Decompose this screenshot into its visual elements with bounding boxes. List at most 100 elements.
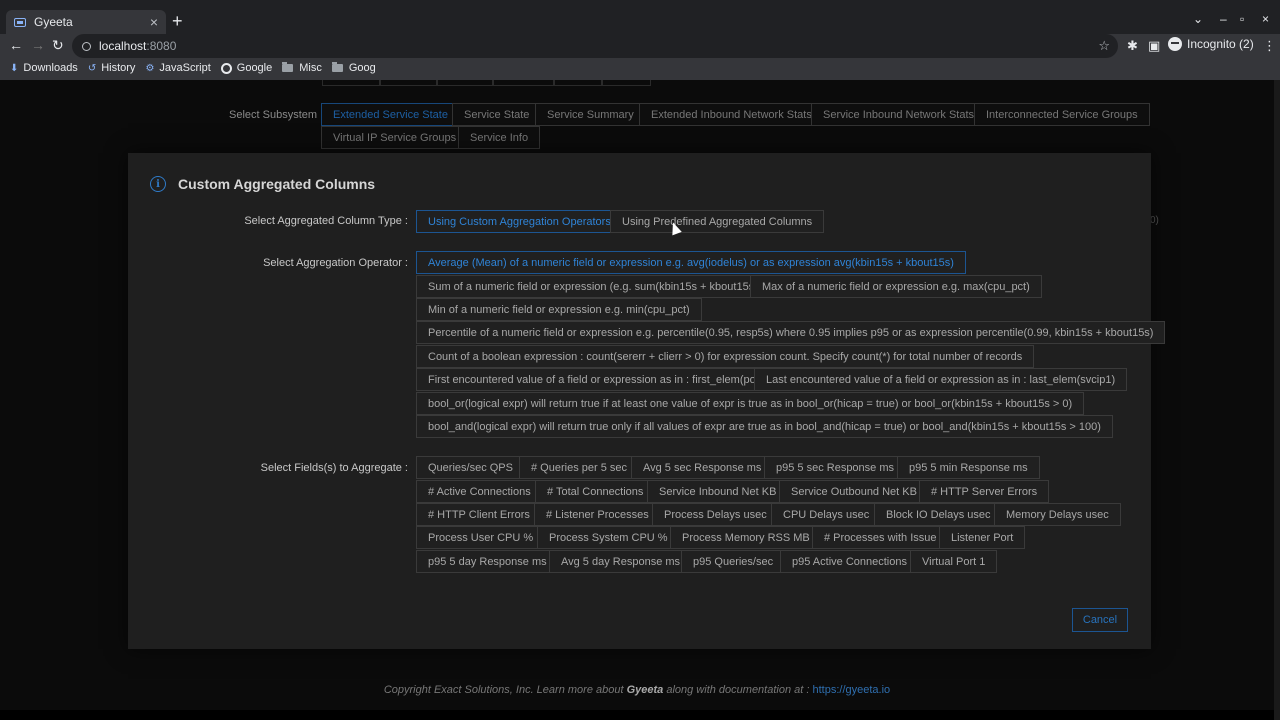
browser-chrome: Gyeeta × + ⌄ – ▫ × ← → ↻ localhost :8080… [0,0,1280,80]
field-option[interactable]: p95 5 min Response ms [897,456,1040,479]
bookmark-google[interactable]: Google [220,62,272,74]
site-info-icon[interactable] [82,41,91,51]
field-option[interactable]: Virtual Port 1 [910,550,998,573]
back-icon[interactable]: ← [9,37,23,53]
field-option[interactable]: Process Delays usec [652,503,779,526]
field-option[interactable]: Avg 5 day Response ms [549,550,693,573]
browser-tab[interactable]: Gyeeta × [6,10,166,34]
tab-search-chevron-icon[interactable]: ⌄ [1193,12,1203,26]
dialog-header: i Custom Aggregated Columns [150,176,375,192]
field-option[interactable]: p95 Active Connections [780,550,919,573]
page-scrollbar[interactable] [1274,80,1280,720]
tab-title: Gyeeta [34,15,73,29]
dialog-title: Custom Aggregated Columns [178,176,376,192]
field-option[interactable]: # HTTP Server Errors [919,480,1050,503]
subsystem-label: Select Subsystem : [229,109,324,121]
cancel-button[interactable]: Cancel [1072,608,1128,632]
tab-strip: Gyeeta × + ⌄ – ▫ × [0,0,1280,34]
custom-aggregated-columns-dialog: i Custom Aggregated Columns Select Aggre… [128,153,1166,649]
page-footer: Copyright Exact Solutions, Inc. Learn mo… [0,684,1274,696]
cut-off-button [437,80,493,86]
cut-off-button [322,80,380,86]
subsystem-interconnected-service-groups[interactable]: Interconnected Service Groups [974,103,1150,126]
google-icon [220,62,232,74]
field-option[interactable]: Service Inbound Net KB [647,480,789,503]
window-close-icon[interactable]: × [1262,12,1269,26]
type-predefined-columns[interactable]: Using Predefined Aggregated Columns [610,210,825,233]
cut-off-button [493,80,554,86]
type-custom-operators[interactable]: Using Custom Aggregation Operators [416,210,623,233]
field-option[interactable]: Service Outbound Net KB [779,480,929,503]
field-option[interactable]: p95 Queries/sec [681,550,786,573]
field-option[interactable]: # Processes with Issue [812,526,949,549]
bookmark-misc[interactable]: Misc [282,62,322,74]
operator-bool-or[interactable]: bool_or(logical expr) will return true i… [416,392,1085,415]
column-type-label: Select Aggregated Column Type : [244,215,408,227]
fields-to-aggregate-label: Select Fields(s) to Aggregate : [260,462,408,474]
bookmark-star-icon[interactable]: ☆ [1098,38,1110,54]
operator-sum[interactable]: Sum of a numeric field or expression (e.… [416,275,774,298]
gear-icon: ⚙ [145,62,155,74]
operator-min[interactable]: Min of a numeric field or expression e.g… [416,298,702,321]
minimize-icon[interactable]: – [1220,12,1227,26]
cut-off-button [380,80,437,86]
restore-icon[interactable]: ▫ [1240,12,1244,26]
operator-avg[interactable]: Average (Mean) of a numeric field or exp… [416,251,966,274]
field-option[interactable]: # Active Connections [416,480,543,503]
field-option[interactable]: # Queries per 5 sec [519,456,639,479]
footer-middle: along with documentation at : [663,684,813,696]
folder-icon [331,62,343,72]
bookmark-history[interactable]: ↺ History [88,62,136,74]
obscured-text: 0) [1150,215,1159,226]
subsystem-service-state[interactable]: Service State [452,103,542,126]
subsystem-extended-service-state[interactable]: Extended Service State [321,103,460,126]
bookmark-javascript[interactable]: ⚙ JavaScript [145,62,210,74]
footer-brand: Gyeeta [626,684,664,696]
browser-menu-icon[interactable]: ⋮ [1263,38,1276,54]
cut-off-button [554,80,602,86]
close-tab-icon[interactable]: × [150,14,158,30]
field-option[interactable]: Queries/sec QPS [416,456,525,479]
field-option[interactable]: Listener Port [939,526,1026,549]
footer-docs-link[interactable]: https://gyeeta.io [813,684,891,696]
history-icon: ↺ [87,62,97,74]
operator-bool-and[interactable]: bool_and(logical expr) will return true … [416,415,1113,438]
operator-max[interactable]: Max of a numeric field or expression e.g… [750,275,1042,298]
new-tab-icon[interactable]: + [172,11,183,31]
side-panel-icon[interactable]: ▣ [1148,38,1160,54]
incognito-profile[interactable]: Incognito (2) [1168,37,1254,51]
field-option[interactable]: Avg 5 sec Response ms [631,456,774,479]
tab-favicon-icon [14,17,26,27]
subsystem-virtual-ip-service-groups[interactable]: Virtual IP Service Groups [321,126,469,149]
subsystem-service-inbound-network-stats[interactable]: Service Inbound Network Stats [811,103,987,126]
address-bar[interactable]: localhost :8080 ☆ [72,34,1118,58]
field-option[interactable]: Process Memory RSS MB [670,526,822,549]
url-host: localhost [99,39,147,53]
info-icon: i [150,176,166,192]
footer-copyright: Copyright Exact Solutions, Inc. Learn mo… [383,684,627,696]
subsystem-extended-inbound-network-stats[interactable]: Extended Inbound Network Stats [639,103,824,126]
field-option[interactable]: p95 5 sec Response ms [764,456,907,479]
subsystem-service-info[interactable]: Service Info [458,126,541,149]
subsystem-service-summary[interactable]: Service Summary [535,103,646,126]
extensions-icon[interactable]: ✱ [1127,38,1138,54]
field-option[interactable]: Memory Delays usec [994,503,1121,526]
field-option[interactable]: Process System CPU % [537,526,680,549]
field-option[interactable]: # HTTP Client Errors [416,503,542,526]
forward-icon[interactable]: → [31,37,45,53]
bookmark-downloads[interactable]: ⬇ Downloads [10,62,78,74]
reload-icon[interactable]: ↻ [52,37,64,54]
field-option[interactable]: # Listener Processes [534,503,661,526]
browser-toolbar: ← → ↻ localhost :8080 ☆ [0,34,1280,58]
field-option[interactable]: p95 5 day Response ms [416,550,559,573]
operator-percentile[interactable]: Percentile of a numeric field or express… [416,321,1166,344]
field-option[interactable]: Block IO Delays usec [874,503,1003,526]
incognito-icon [1168,37,1182,51]
operator-last-elem[interactable]: Last encountered value of a field or exp… [754,368,1128,391]
field-option[interactable]: Process User CPU % [416,526,546,549]
operator-first-elem[interactable]: First encountered value of a field or ex… [416,368,779,391]
operator-count[interactable]: Count of a boolean expression : count(se… [416,345,1035,368]
field-option[interactable]: # Total Connections [535,480,656,503]
field-option[interactable]: CPU Delays usec [771,503,882,526]
bookmark-goog[interactable]: Goog [331,62,376,74]
